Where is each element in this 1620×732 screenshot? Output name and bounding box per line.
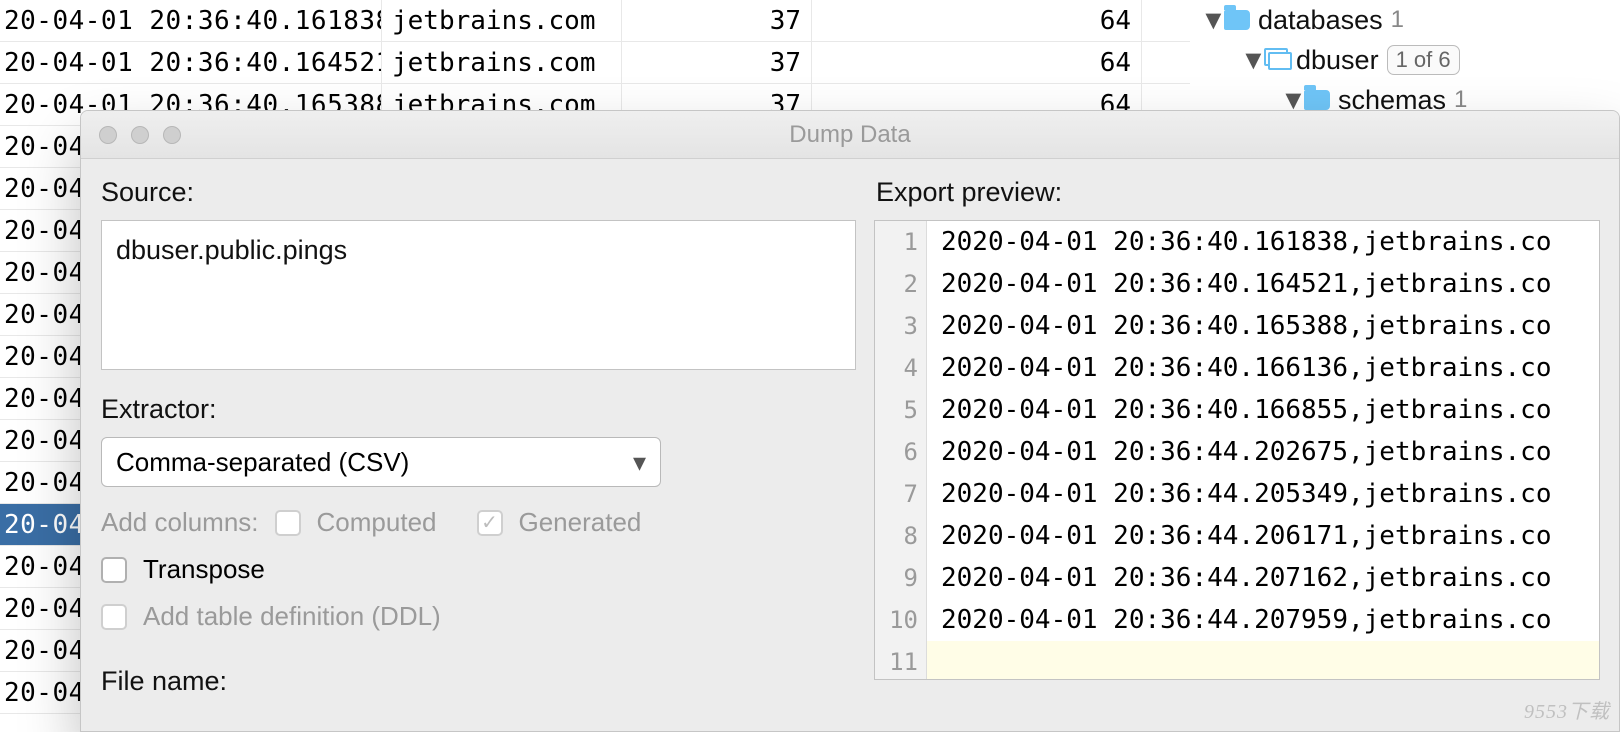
source-item[interactable]: dbuser.public.pings <box>116 235 841 266</box>
cell-timestamp[interactable]: 20-04-01 20:36:40.161838 <box>0 0 382 41</box>
gutter-line: 11 <box>875 641 926 683</box>
cell-host[interactable]: jetbrains.com <box>382 42 622 83</box>
gutter-line: 6 <box>875 431 926 473</box>
preview-line[interactable]: 2020-04-01 20:36:44.207959,jetbrains.co <box>927 599 1599 641</box>
gutter-line: 8 <box>875 515 926 557</box>
gutter-line: 1 <box>875 221 926 263</box>
preview-label: Export preview: <box>876 177 1619 208</box>
computed-label: Computed <box>317 507 437 538</box>
dialog-title: Dump Data <box>81 121 1619 149</box>
dump-data-dialog: Dump Data Source: dbuser.public.pings Ex… <box>80 110 1620 732</box>
preview-gutter: 1234567891011 <box>875 221 927 679</box>
add-columns-label: Add columns: <box>101 507 259 538</box>
chevron-down-icon: ▼ <box>1240 45 1256 76</box>
dialog-titlebar[interactable]: Dump Data <box>81 111 1619 159</box>
extractor-value: Comma-separated (CSV) <box>116 447 409 478</box>
tree-label: dbuser <box>1296 45 1379 76</box>
tree-label: databases <box>1258 5 1383 36</box>
source-label: Source: <box>101 177 856 208</box>
transpose-label: Transpose <box>143 554 265 585</box>
folder-icon <box>1304 90 1330 110</box>
tree-count: 1 <box>1391 6 1404 34</box>
add-columns-row: Add columns: Computed ✓ Generated <box>101 507 856 538</box>
chevron-down-icon: ▼ <box>1200 5 1216 36</box>
cell-timestamp[interactable]: 20-04-01 20:36:40.164521 <box>0 42 382 83</box>
gutter-line: 5 <box>875 389 926 431</box>
chevron-down-icon: ▾ <box>633 447 646 478</box>
tree-item-databases[interactable]: ▼ databases 1 <box>1190 0 1620 40</box>
generated-label: Generated <box>519 507 642 538</box>
preview-line[interactable]: 2020-04-01 20:36:40.166136,jetbrains.co <box>927 347 1599 389</box>
ddl-label: Add table definition (DDL) <box>143 601 441 632</box>
extractor-label: Extractor: <box>101 394 856 425</box>
gutter-line: 7 <box>875 473 926 515</box>
filename-label: File name: <box>101 666 856 697</box>
cell-b[interactable]: 64 <box>812 42 1142 83</box>
preview-line[interactable]: 2020-04-01 20:36:40.161838,jetbrains.co <box>927 221 1599 263</box>
preview-line[interactable]: 2020-04-01 20:36:44.202675,jetbrains.co <box>927 431 1599 473</box>
extractor-select[interactable]: Comma-separated (CSV) ▾ <box>101 437 661 487</box>
cell-b[interactable]: 64 <box>812 0 1142 41</box>
source-list[interactable]: dbuser.public.pings <box>101 220 856 370</box>
preview-line[interactable]: 2020-04-01 20:36:44.205349,jetbrains.co <box>927 473 1599 515</box>
preview-line[interactable]: 2020-04-01 20:36:40.166855,jetbrains.co <box>927 389 1599 431</box>
computed-checkbox <box>275 510 301 536</box>
gutter-line: 9 <box>875 557 926 599</box>
preview-line[interactable]: 2020-04-01 20:36:44.206171,jetbrains.co <box>927 515 1599 557</box>
cell-host[interactable]: jetbrains.com <box>382 0 622 41</box>
ddl-checkbox <box>101 604 127 630</box>
folder-icon <box>1224 10 1250 30</box>
transpose-checkbox[interactable] <box>101 557 127 583</box>
transpose-row[interactable]: Transpose <box>101 554 856 585</box>
export-preview[interactable]: 1234567891011 2020-04-01 20:36:40.161838… <box>874 220 1600 680</box>
gutter-line: 4 <box>875 347 926 389</box>
gutter-line: 10 <box>875 599 926 641</box>
tree-item-dbuser[interactable]: ▼ dbuser 1 of 6 <box>1190 40 1620 80</box>
generated-checkbox: ✓ <box>477 510 503 536</box>
table-row[interactable]: 20-04-01 20:36:40.161838jetbrains.com376… <box>0 0 1190 42</box>
cell-a[interactable]: 37 <box>622 42 812 83</box>
database-icon <box>1264 48 1288 72</box>
gutter-line: 3 <box>875 305 926 347</box>
gutter-line: 2 <box>875 263 926 305</box>
cell-a[interactable]: 37 <box>622 0 812 41</box>
preview-line[interactable]: 2020-04-01 20:36:40.164521,jetbrains.co <box>927 263 1599 305</box>
database-tree[interactable]: ▼ databases 1 ▼ dbuser 1 of 6 ▼ schemas … <box>1190 0 1620 120</box>
preview-line[interactable]: 2020-04-01 20:36:40.165388,jetbrains.co <box>927 305 1599 347</box>
tree-badge: 1 of 6 <box>1387 45 1460 75</box>
preview-code[interactable]: 2020-04-01 20:36:40.161838,jetbrains.co2… <box>927 221 1599 679</box>
watermark: 9553下载 <box>1524 695 1610 724</box>
table-row[interactable]: 20-04-01 20:36:40.164521jetbrains.com376… <box>0 42 1190 84</box>
preview-line[interactable]: 2020-04-01 20:36:44.207162,jetbrains.co <box>927 557 1599 599</box>
preview-line[interactable] <box>927 641 1599 679</box>
ddl-row: Add table definition (DDL) <box>101 601 856 632</box>
